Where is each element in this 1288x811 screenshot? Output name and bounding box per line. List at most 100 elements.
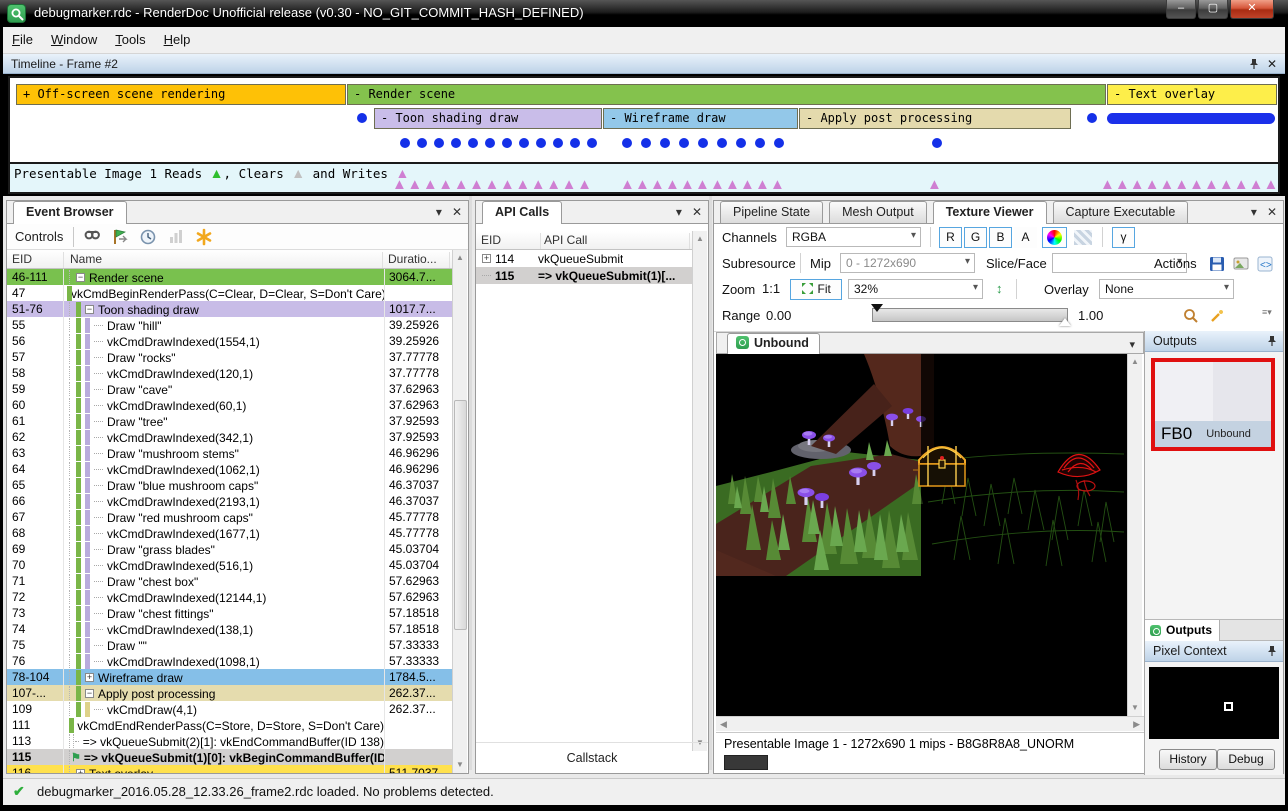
timeline-draw-dot[interactable] xyxy=(641,138,651,148)
timeline-draw-dot[interactable] xyxy=(679,138,689,148)
save-icon[interactable] xyxy=(1208,255,1226,273)
close-panel-icon[interactable]: ✕ xyxy=(1267,57,1277,71)
event-row-eid-57[interactable]: 57Draw "rocks"37.77778 xyxy=(7,349,452,365)
timeline-subsection-bar[interactable]: - Toon shading draw xyxy=(374,108,602,129)
fit-button[interactable]: Fit xyxy=(790,279,842,300)
open-image-icon[interactable] xyxy=(1232,255,1250,273)
pin-icon[interactable] xyxy=(1267,645,1277,657)
panel-menu-icon[interactable]: ▾ xyxy=(436,205,442,219)
open-code-icon[interactable]: <> xyxy=(1256,255,1274,273)
event-row-eid-46-111[interactable]: 46-111−Render scene3064.7... xyxy=(7,269,452,285)
tab-event-browser[interactable]: Event Browser xyxy=(13,201,127,224)
api-calls-columns[interactable]: EIDAPI Call xyxy=(476,231,694,250)
menu-help[interactable]: Help xyxy=(155,27,200,52)
column-header[interactable]: API Call xyxy=(544,233,690,249)
jump-to-event-icon[interactable] xyxy=(111,228,129,246)
range-slider[interactable] xyxy=(872,308,1068,322)
range-max-value[interactable]: 1.00 xyxy=(1078,308,1103,323)
fb0-thumbnail[interactable]: FB0 Unbound xyxy=(1151,358,1275,451)
close-panel-icon[interactable]: ✕ xyxy=(452,205,462,219)
tab-outputs[interactable]: Outputs xyxy=(1145,620,1220,641)
event-row-eid-71[interactable]: 71Draw "chest box"57.62963 xyxy=(7,573,452,589)
api-call-row-eid-114[interactable]: +114vkQueueSubmit xyxy=(476,250,694,267)
timeline-draw-dot[interactable] xyxy=(536,138,546,148)
timeline-draw-dot[interactable] xyxy=(400,138,410,148)
column-header[interactable]: EID xyxy=(481,233,541,249)
outputs-header[interactable]: Outputs xyxy=(1145,331,1283,352)
channel-a-button[interactable]: A xyxy=(1014,227,1037,248)
event-row-eid-75[interactable]: 75Draw ""57.33333 xyxy=(7,637,452,653)
event-row-eid-58[interactable]: 58vkCmdDrawIndexed(120,1)37.77778 xyxy=(7,365,452,381)
menu-tools[interactable]: Tools xyxy=(106,27,154,52)
event-row-eid-51-76[interactable]: 51-76−Toon shading draw1017.7... xyxy=(7,301,452,317)
timeline-draw-dot[interactable] xyxy=(660,138,670,148)
close-button[interactable]: ✕ xyxy=(1230,0,1274,19)
tab-unbound-texture[interactable]: Unbound xyxy=(727,333,820,355)
timeline-draw-dot[interactable] xyxy=(485,138,495,148)
timeline-subsection-bar[interactable]: - Apply post processing xyxy=(799,108,1071,129)
timeline-draw-pill[interactable] xyxy=(1107,113,1275,124)
zoom-1-1-button[interactable]: 1:1 xyxy=(762,281,780,296)
collapse-icon[interactable]: − xyxy=(85,305,94,314)
event-row-eid-73[interactable]: 73Draw "chest fittings"57.18518 xyxy=(7,605,452,621)
channel-g-button[interactable]: G xyxy=(964,227,987,248)
api-calls-scrollbar[interactable]: ▲ ▼ xyxy=(692,231,707,751)
pixel-context-header[interactable]: Pixel Context xyxy=(1145,641,1283,662)
timeline-draw-dot[interactable] xyxy=(519,138,529,148)
column-header[interactable]: EID xyxy=(12,252,64,268)
event-row-eid-76[interactable]: 76vkCmdDrawIndexed(1098,1)57.33333 xyxy=(7,653,452,669)
gamma-button[interactable]: γ xyxy=(1112,227,1135,248)
texture-vertical-scrollbar[interactable]: ▲ ▼ xyxy=(1127,354,1142,716)
zoom-range-icon[interactable] xyxy=(1182,307,1200,325)
column-header[interactable]: Duratio... xyxy=(388,252,450,268)
texture-horizontal-scrollbar[interactable]: ◀▶ xyxy=(716,716,1144,731)
timeline-panel-header[interactable]: Timeline - Frame #2 ✕ xyxy=(3,54,1285,74)
event-row-eid-68[interactable]: 68vkCmdDrawIndexed(1677,1)45.77778 xyxy=(7,525,452,541)
event-row-eid-74[interactable]: 74vkCmdDrawIndexed(138,1)57.18518 xyxy=(7,621,452,637)
splitter[interactable] xyxy=(709,196,712,770)
time-draws-icon[interactable] xyxy=(139,228,157,246)
mip-dropdown[interactable]: 0 - 1272x690 xyxy=(840,253,975,273)
event-row-eid-65[interactable]: 65Draw "blue mushroom caps"46.37037 xyxy=(7,477,452,493)
debug-button[interactable]: Debug xyxy=(1217,749,1275,770)
timeline-section-bar[interactable]: + Off-screen scene rendering xyxy=(16,84,346,105)
tab-capture-executable[interactable]: Capture Executable xyxy=(1053,201,1189,223)
splitter[interactable] xyxy=(469,196,472,770)
tab-pipeline-state[interactable]: Pipeline State xyxy=(720,201,823,223)
panel-menu-icon[interactable]: ▾ xyxy=(676,205,682,219)
timeline-draw-dot[interactable] xyxy=(451,138,461,148)
toolbar-overflow-icon[interactable]: ≡▾ xyxy=(1262,307,1272,318)
channel-b-button[interactable]: B xyxy=(989,227,1012,248)
menu-file[interactable]: File xyxy=(3,27,42,52)
history-button[interactable]: History xyxy=(1159,749,1217,770)
timeline-draw-dot[interactable] xyxy=(468,138,478,148)
timeline-draw-dot[interactable] xyxy=(1087,113,1097,123)
resource-usage-markers[interactable]: ▲▲▲▲▲▲▲▲▲▲▲▲▲▲▲ xyxy=(1100,176,1278,193)
bookmark-star-icon[interactable] xyxy=(195,228,213,246)
timeline-draw-dot[interactable] xyxy=(736,138,746,148)
zoom-percent-dropdown[interactable]: 32% xyxy=(848,279,983,299)
timeline-body[interactable]: + Off-screen scene rendering- Render sce… xyxy=(8,76,1280,162)
range-black-point-handle[interactable] xyxy=(871,304,883,312)
timeline-draw-dot[interactable] xyxy=(553,138,563,148)
event-row-eid-69[interactable]: 69Draw "grass blades"45.03704 xyxy=(7,541,452,557)
expand-icon[interactable]: + xyxy=(76,769,85,773)
timeline-section-bar[interactable]: - Text overlay xyxy=(1107,84,1277,105)
timeline-draw-dot[interactable] xyxy=(774,138,784,148)
timeline-draw-dot[interactable] xyxy=(698,138,708,148)
timeline-draw-dot[interactable] xyxy=(755,138,765,148)
timeline-draw-dot[interactable] xyxy=(357,113,367,123)
timeline-draw-dot[interactable] xyxy=(717,138,727,148)
timeline-draw-dot[interactable] xyxy=(932,138,942,148)
flip-y-icon[interactable]: ↕ xyxy=(996,281,1003,296)
menu-window[interactable]: Window xyxy=(42,27,106,52)
texture-tabs-menu-icon[interactable]: ▾ xyxy=(1129,338,1135,351)
tab-api-calls[interactable]: API Calls xyxy=(482,201,562,224)
event-row-eid-115[interactable]: 115⚑=> vkQueueSubmit(1)[0]: vkBeginComma… xyxy=(7,749,452,765)
timeline-draw-dot[interactable] xyxy=(570,138,580,148)
event-row-eid-55[interactable]: 55Draw "hill"39.25926 xyxy=(7,317,452,333)
column-header[interactable]: Name xyxy=(70,252,383,268)
texture-canvas[interactable] xyxy=(716,354,1128,716)
api-call-row-eid-115[interactable]: 115=> vkQueueSubmit(1)[... xyxy=(476,267,694,284)
event-browser-scrollbar[interactable]: ▲ ▼ xyxy=(452,250,467,773)
